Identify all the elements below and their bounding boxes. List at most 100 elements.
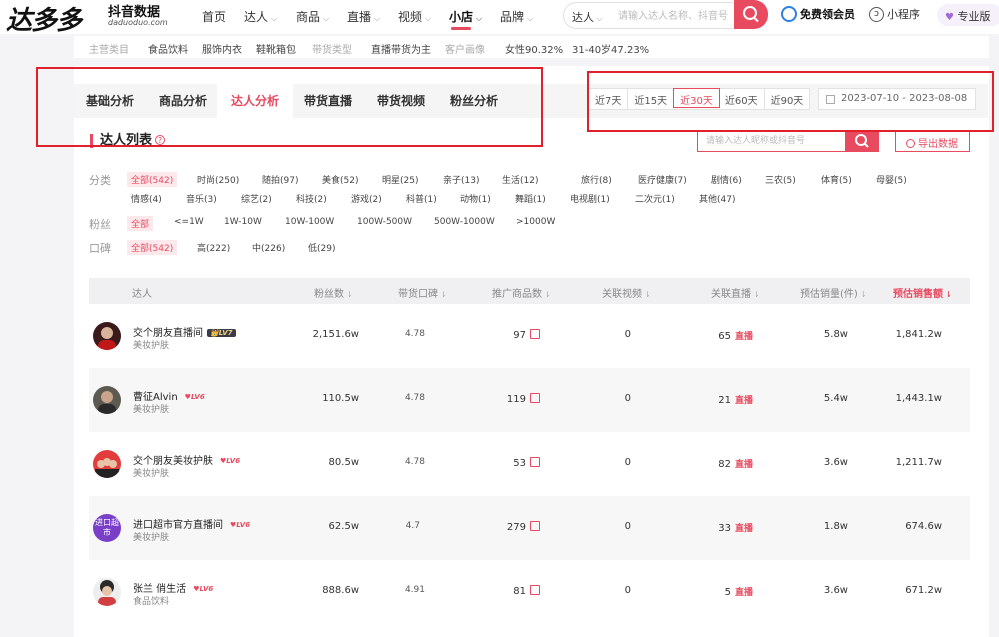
- filter-category-option[interactable]: 游戏(2): [351, 192, 382, 205]
- influencer-category: 美妆护肤: [133, 469, 170, 479]
- filter-reputation-option[interactable]: 高(222): [197, 241, 230, 254]
- avatar[interactable]: [93, 578, 121, 606]
- avatar[interactable]: [93, 450, 121, 478]
- nav-home[interactable]: 首页: [202, 8, 226, 25]
- influencer-name[interactable]: 交个朋友直播间 👑LV7: [133, 324, 236, 339]
- influencer-name[interactable]: 曹征Alvin ♥LV6: [133, 388, 208, 403]
- nav-live[interactable]: 直播 ⌵: [347, 8, 380, 25]
- filter-category-option[interactable]: 二次元(1): [635, 192, 675, 205]
- nav-video[interactable]: 视频 ⌵: [398, 8, 431, 25]
- influencer-name[interactable]: 进口超市官方直播间 ♥LV6: [133, 516, 253, 531]
- live-icon: 直播: [734, 460, 753, 470]
- col-products[interactable]: 推广商品数 ⇂: [492, 285, 551, 300]
- logo[interactable]: 达多多: [6, 0, 82, 37]
- col-videos[interactable]: 关联视频 ⇂: [602, 285, 651, 300]
- filter-category-option[interactable]: 体育(5): [821, 173, 852, 186]
- col-revenue[interactable]: 预估销售额 ⇂: [893, 285, 952, 300]
- chevron-down-icon: ⌵: [374, 14, 381, 23]
- influencer-name[interactable]: 张兰 俏生活 ♥LV6: [133, 580, 216, 595]
- filter-category-option[interactable]: 电视剧(1): [570, 192, 610, 205]
- nav-shop[interactable]: 小店 ⌵: [449, 8, 482, 25]
- filter-category-option[interactable]: 美食(52): [322, 173, 358, 186]
- table-row[interactable]: 进口超市 进口超市官方直播间 ♥LV6 美妆护肤 62.5w 4.7 279 0 …: [89, 496, 970, 560]
- filter-category-option[interactable]: 时尚(250): [197, 173, 239, 186]
- nav-active-indicator: [451, 27, 471, 30]
- logo-url: daduoduo.com: [108, 18, 168, 27]
- cell-revenue: 1,443.1w: [895, 393, 942, 404]
- chevron-down-icon: ⌵: [271, 14, 278, 23]
- table-row[interactable]: 交个朋友直播间 👑LV7 美妆护肤 2,151.6w 4.78 97 0 65 直播…: [89, 304, 970, 368]
- avatar[interactable]: 进口超市: [93, 514, 121, 542]
- summary-value: 女性90.32%: [505, 45, 564, 56]
- summary-value: 食品饮料: [148, 45, 188, 56]
- influencer-search-input[interactable]: [698, 131, 838, 151]
- export-button[interactable]: 导出数据: [895, 130, 970, 152]
- influencer-search-button[interactable]: [845, 130, 879, 152]
- sort-icon: ⇂: [753, 290, 760, 299]
- col-lives[interactable]: 关联直播 ⇂: [711, 285, 760, 300]
- filter-label-fans: 粉丝: [89, 218, 111, 231]
- free-vip-link[interactable]: 免费领会员: [781, 6, 855, 22]
- filter-fans-option[interactable]: 全部: [127, 216, 154, 231]
- filter-category-option[interactable]: 综艺(2): [241, 192, 272, 205]
- filter-fans-option[interactable]: <=1W: [174, 217, 204, 227]
- search-icon: [743, 6, 759, 23]
- search-scope-select[interactable]: 达人 ⌵: [572, 9, 603, 25]
- shopping-bag-icon: [530, 457, 540, 467]
- mini-program-link[interactable]: ↄ 小程序: [869, 6, 920, 22]
- global-search-input[interactable]: [618, 7, 730, 25]
- filter-category-option[interactable]: 动物(1): [460, 192, 491, 205]
- col-fans[interactable]: 粉丝数 ⇂: [314, 285, 353, 300]
- col-sales[interactable]: 预估销量(件) ⇂: [800, 285, 867, 300]
- chevron-down-icon: ⌵: [594, 14, 603, 23]
- filter-category-option[interactable]: 明星(25): [382, 173, 418, 186]
- summary-value: 鞋靴箱包: [256, 45, 296, 56]
- filter-reputation-option[interactable]: 全部(542): [127, 240, 178, 255]
- live-icon: 直播: [734, 396, 753, 406]
- filter-category-option[interactable]: 剧情(6): [711, 173, 742, 186]
- global-search-button[interactable]: [734, 0, 768, 29]
- filter-category-option[interactable]: 音乐(3): [186, 192, 217, 205]
- nav-brand[interactable]: 品牌 ⌵: [500, 8, 533, 25]
- cell-products: 81: [513, 585, 540, 597]
- filter-category-option[interactable]: 舞蹈(1): [515, 192, 546, 205]
- filter-category-option[interactable]: 其他(47): [699, 192, 735, 205]
- cell-fans: 2,151.6w: [312, 329, 359, 340]
- influencer-category: 食品饮料: [133, 597, 170, 607]
- filter-category-option[interactable]: 情感(4): [131, 192, 162, 205]
- avatar[interactable]: [93, 322, 121, 350]
- filter-category-option[interactable]: 全部(542): [127, 172, 178, 187]
- filter-fans-option[interactable]: 10W-100W: [285, 217, 334, 227]
- filter-category-option[interactable]: 母婴(5): [876, 173, 907, 186]
- filter-reputation-option[interactable]: 中(226): [252, 241, 285, 254]
- filter-fans-option[interactable]: 100W-500W: [357, 217, 412, 227]
- filter-category-option[interactable]: 旅行(8): [581, 173, 612, 186]
- filter-reputation-option[interactable]: 低(29): [308, 241, 335, 254]
- chevron-down-icon: ⌵: [476, 14, 483, 23]
- table-row[interactable]: 曹征Alvin ♥LV6 美妆护肤 110.5w 4.78 119 0 21 直播 …: [89, 368, 970, 432]
- cell-reputation: 4.7: [405, 521, 420, 531]
- summary-value: 直播带货为主: [371, 45, 431, 56]
- filter-fans-option[interactable]: >1000W: [516, 217, 555, 227]
- summary-label: 带货类型: [312, 45, 352, 56]
- filter-category-option[interactable]: 医疗健康(7): [638, 173, 687, 186]
- pro-version-badge[interactable]: ♥ 专业版: [937, 4, 999, 26]
- filter-fans-option[interactable]: 1W-10W: [224, 217, 262, 227]
- filter-category-option[interactable]: 亲子(13): [443, 173, 479, 186]
- filter-category-option[interactable]: 随拍(97): [262, 173, 298, 186]
- nav-influencer[interactable]: 达人 ⌵: [244, 8, 277, 25]
- filter-category-option[interactable]: 科技(2): [296, 192, 327, 205]
- table-row[interactable]: 交个朋友美妆护肤 ♥LV6 美妆护肤 80.5w 4.78 53 0 82 直播 3…: [89, 432, 970, 496]
- col-reputation[interactable]: 带货口碑 ⇂: [398, 285, 447, 300]
- table-row[interactable]: 张兰 俏生活 ♥LV6 食品饮料 888.6w 4.91 81 0 5 直播 3.6…: [89, 560, 970, 624]
- filter-category-option[interactable]: 科普(1): [406, 192, 437, 205]
- avatar[interactable]: [93, 386, 121, 414]
- filter-category-option[interactable]: 生活(12): [502, 173, 538, 186]
- cell-sales: 1.8w: [823, 521, 848, 532]
- cell-sales: 3.6w: [823, 457, 848, 468]
- influencer-name[interactable]: 交个朋友美妆护肤 ♥LV6: [133, 452, 243, 467]
- filter-fans-option[interactable]: 500W-1000W: [434, 217, 495, 227]
- filter-label-reputation: 口碑: [89, 242, 111, 255]
- filter-category-option[interactable]: 三农(5): [765, 173, 796, 186]
- nav-product[interactable]: 商品 ⌵: [296, 8, 329, 25]
